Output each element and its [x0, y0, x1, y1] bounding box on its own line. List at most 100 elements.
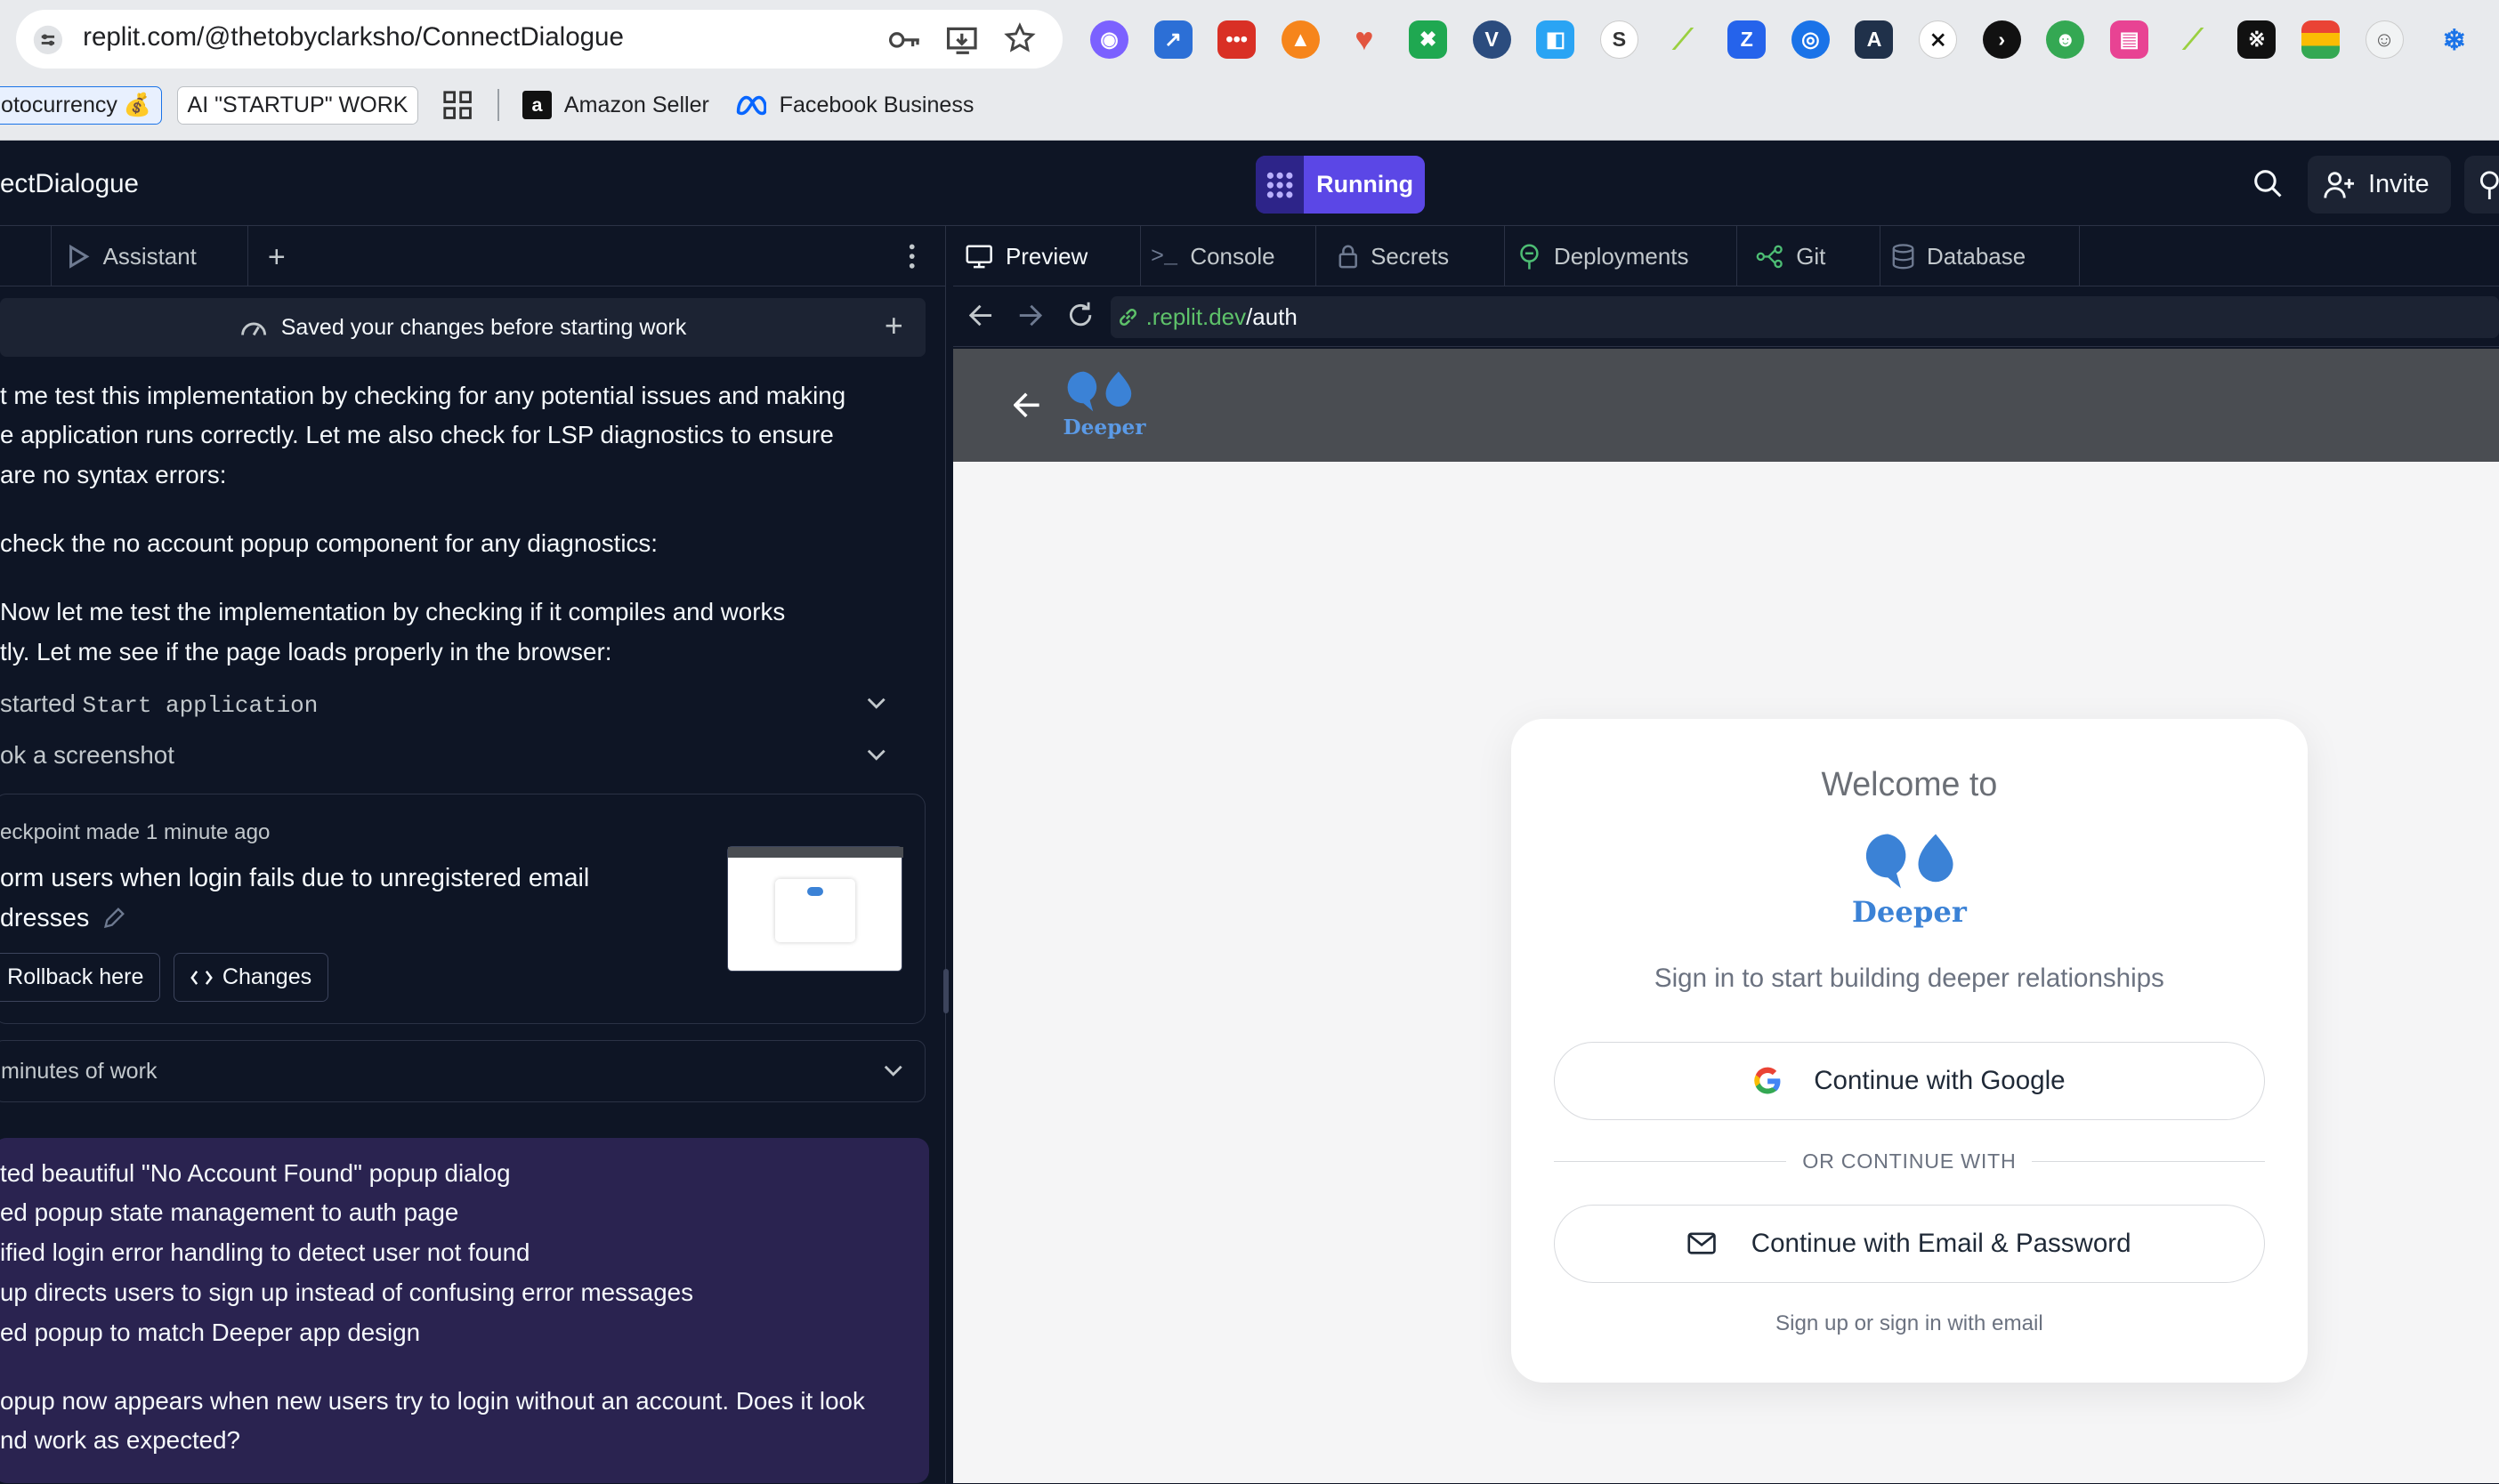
- back-arrow-icon[interactable]: [1013, 392, 1040, 418]
- secure-link-icon: [1117, 306, 1139, 328]
- summary-list: ted beautiful "No Account Found" popup d…: [0, 1154, 693, 1353]
- tab-git[interactable]: Git: [1756, 226, 1881, 287]
- mail-icon: [1687, 1232, 1716, 1254]
- list-item: ed popup state management to auth page: [0, 1198, 459, 1227]
- list-item: ified login error handling to detect use…: [0, 1238, 530, 1267]
- meta-icon: [735, 94, 767, 117]
- forward-arrow-icon[interactable]: [1018, 304, 1043, 327]
- welcome-heading: Welcome to: [1821, 764, 1998, 802]
- bookmark-facebook[interactable]: Facebook Business: [735, 86, 974, 125]
- deeper-logo-icon: [1862, 828, 1957, 892]
- apps-grid-icon[interactable]: [443, 91, 472, 119]
- url-text[interactable]: replit.com/@thetobyclarksho/ConnectDialo…: [83, 22, 624, 52]
- assistant-message: Now let me test the implementation by ch…: [0, 598, 786, 665]
- heart-extension-icon[interactable]: ♥: [1345, 20, 1383, 59]
- back-arrow-icon[interactable]: [968, 304, 993, 327]
- deploy-icon: [1517, 244, 1541, 270]
- event-row-start-application[interactable]: started Start application: [0, 687, 909, 722]
- summary-question: opup now appears when new users try to l…: [0, 1386, 865, 1455]
- bookmark-star-icon[interactable]: [1004, 22, 1036, 54]
- extension-icon[interactable]: ⨯: [1919, 20, 1958, 60]
- new-tab-plus-icon[interactable]: +: [268, 240, 286, 275]
- panel-resize-handle[interactable]: [944, 226, 953, 1484]
- chevron-down-icon: [867, 698, 886, 710]
- extension-icon[interactable]: ◎: [1791, 20, 1830, 60]
- more-options-icon[interactable]: [902, 242, 921, 270]
- resize-grip[interactable]: [943, 968, 949, 1013]
- rollback-button[interactable]: Rollback here: [0, 952, 161, 1003]
- extension-icon[interactable]: ◉: [1089, 20, 1128, 60]
- app-navbar: [952, 349, 2499, 463]
- event-row-screenshot[interactable]: ok a screenshot: [0, 738, 909, 772]
- extension-icon[interactable]: ↗: [1153, 20, 1193, 60]
- assistant-message: check the no account popup component for…: [0, 529, 658, 558]
- chevron-down-icon: [867, 749, 886, 762]
- extension-icon[interactable]: ›: [1982, 20, 2021, 60]
- run-button[interactable]: Running: [1256, 156, 1425, 214]
- bookmark-amazon[interactable]: a Amazon Seller: [522, 86, 709, 125]
- tab-preview[interactable]: Preview: [963, 226, 1142, 287]
- extension-icon[interactable]: ❄: [2435, 20, 2473, 59]
- search-icon[interactable]: [2253, 169, 2282, 198]
- amazon-icon: a: [522, 91, 552, 120]
- workspace-header: [0, 141, 2499, 227]
- url-domain: .replit.dev: [1145, 302, 1247, 330]
- checkpoint-meta: eckpoint made 1 minute ago: [0, 820, 271, 845]
- extension-icon[interactable]: V: [1472, 20, 1511, 60]
- preview-url-field[interactable]: .replit.dev/auth: [1111, 296, 2499, 338]
- or-divider: OR CONTINUE WITH: [1554, 1147, 2265, 1175]
- tab-deployments[interactable]: Deployments: [1517, 226, 1737, 287]
- tab-database[interactable]: Database: [1892, 226, 2080, 287]
- extension-icon[interactable]: ☺: [2365, 20, 2404, 60]
- code-icon: [190, 970, 213, 986]
- extension-icon[interactable]: Z: [1727, 20, 1767, 60]
- checkpoint-icon: [239, 316, 268, 338]
- key-icon[interactable]: [887, 24, 922, 56]
- project-title[interactable]: ectDialogue: [0, 169, 139, 199]
- bookmark-folder-crypto[interactable]: otocurrency 💰: [0, 85, 162, 125]
- extension-icon[interactable]: [2301, 20, 2340, 60]
- install-app-icon[interactable]: [945, 24, 980, 56]
- edit-pencil-icon[interactable]: [102, 907, 125, 930]
- tab-secrets[interactable]: Secrets: [1338, 226, 1505, 287]
- tab-assistant[interactable]: Assistant: [51, 226, 249, 287]
- auth-subtitle: Sign in to start building deeper relatio…: [1654, 964, 2164, 994]
- deploy-icon: [2477, 170, 2499, 199]
- extension-icon[interactable]: A: [1855, 20, 1894, 60]
- invite-button[interactable]: Invite: [2308, 156, 2452, 214]
- saved-notice: Saved your changes before starting work: [0, 297, 926, 358]
- extension-icon[interactable]: ◧: [1536, 20, 1575, 60]
- bookmark-folder-startup[interactable]: AI "STARTUP" WORK: [176, 85, 419, 125]
- chevron-down-icon: [884, 1065, 902, 1077]
- brand-wordmark: Deeper: [1851, 895, 1967, 930]
- extension-icon[interactable]: ⟋: [2174, 20, 2212, 59]
- tab-console[interactable]: >_ Console: [1151, 226, 1317, 287]
- deploy-button[interactable]: [2463, 156, 2499, 214]
- bookmark-separator: [497, 89, 499, 122]
- database-icon: [1892, 244, 1914, 270]
- extension-icon[interactable]: ▤: [2110, 20, 2148, 60]
- lock-icon: [1338, 245, 1358, 269]
- extension-icon[interactable]: ⟋: [1664, 20, 1702, 59]
- list-item: ed popup to match Deeper app design: [0, 1318, 421, 1346]
- email-signin-button[interactable]: Continue with Email & Password: [1554, 1204, 2265, 1283]
- app-brand[interactable]: Deeper: [1063, 415, 1145, 440]
- metamask-icon[interactable]: ▲: [1281, 20, 1320, 60]
- monitor-icon: [966, 245, 993, 269]
- extension-icon[interactable]: ※: [2237, 20, 2277, 60]
- google-signin-button[interactable]: Continue with Google: [1554, 1042, 2265, 1120]
- checkpoint-thumbnail[interactable]: [726, 845, 903, 972]
- site-info-icon[interactable]: [32, 24, 64, 56]
- assistant-message: t me test this implementation by checkin…: [0, 381, 846, 489]
- extension-icon[interactable]: ✖: [1409, 20, 1448, 60]
- list-item: ted beautiful "No Account Found" popup d…: [0, 1158, 511, 1187]
- extension-icon[interactable]: S: [1599, 20, 1638, 60]
- deeper-logo-icon: [1064, 368, 1135, 413]
- changes-button[interactable]: Changes: [174, 952, 329, 1003]
- list-item: up directs users to sign up instead of c…: [0, 1278, 693, 1306]
- checkpoint-title: orm users when login fails due to unregi…: [0, 864, 590, 932]
- extension-icon[interactable]: •••: [1217, 20, 1257, 60]
- expand-plus-icon[interactable]: +: [885, 308, 903, 344]
- work-duration-row[interactable]: minutes of work: [0, 1040, 926, 1103]
- refresh-icon[interactable]: [1066, 301, 1095, 329]
